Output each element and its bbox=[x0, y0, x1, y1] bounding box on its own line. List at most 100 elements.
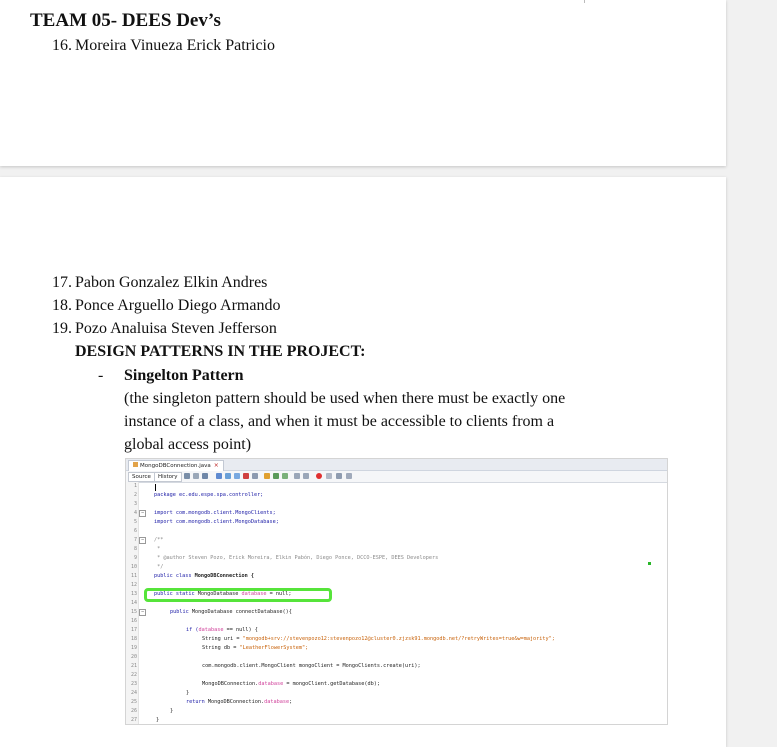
fold-toggle-icon[interactable]: − bbox=[139, 510, 146, 517]
fold-toggle-icon[interactable]: − bbox=[139, 537, 146, 544]
member-name: Ponce Arguello Diego Armando bbox=[75, 297, 281, 314]
highlight-box bbox=[144, 588, 332, 602]
code-text: MongoDBConnection.database = mongoClient… bbox=[202, 680, 380, 689]
toolbar-icon[interactable] bbox=[336, 473, 342, 479]
line-number: 2 bbox=[133, 492, 137, 498]
line-number: 15 bbox=[130, 609, 137, 615]
tab-label: MongoDBConnection.java bbox=[140, 463, 211, 469]
line-number: 4 bbox=[133, 510, 137, 516]
line-number: 24 bbox=[130, 690, 137, 696]
code-line: 19 String db = "LeatherFlowerSystem"; bbox=[126, 644, 667, 653]
member-list-item: 16. Moreira Vinueza Erick Patricio bbox=[52, 37, 275, 55]
line-number: 22 bbox=[130, 672, 137, 678]
source-button[interactable]: Source bbox=[128, 472, 155, 482]
line-number: 11 bbox=[130, 573, 137, 579]
pattern-name: Singelton Pattern bbox=[124, 367, 244, 384]
history-button[interactable]: History bbox=[154, 472, 182, 482]
document-page-1: TEAM 05- DEES Dev’s 16. Moreira Vinueza E… bbox=[0, 0, 726, 166]
code-field: database bbox=[198, 627, 224, 633]
code-text: * bbox=[154, 546, 161, 552]
line-number: 16 bbox=[130, 618, 137, 624]
editor-tab[interactable]: MongoDBConnection.java × bbox=[128, 460, 224, 471]
line-number: 12 bbox=[130, 582, 137, 588]
code-rest: ; bbox=[289, 699, 293, 705]
code-string: "LeatherFlowerSystem"; bbox=[239, 645, 309, 651]
code-string: "mongodb+srv://stevenpozo12:stevenpozo12… bbox=[242, 636, 555, 642]
code-line: 1 bbox=[126, 482, 667, 491]
code-line: 20 bbox=[126, 653, 667, 662]
code-line: 21 com.mongodb.client.MongoClient mongoCl… bbox=[126, 662, 667, 671]
code-line: 25 return MongoDBConnection.database; bbox=[126, 698, 667, 707]
code-keyword: public bbox=[170, 609, 192, 615]
toolbar-icon[interactable] bbox=[264, 473, 270, 479]
code-line: 6 bbox=[126, 527, 667, 536]
code-line: 24} bbox=[126, 689, 667, 698]
toolbar-icon[interactable] bbox=[225, 473, 231, 479]
line-number: 8 bbox=[133, 546, 137, 552]
toolbar-icon[interactable] bbox=[243, 473, 249, 479]
toolbar-icon[interactable] bbox=[326, 473, 332, 479]
code-rest: == null) { bbox=[223, 627, 258, 633]
member-list-item: 17. Pabon Gonzalez Elkin Andres bbox=[52, 274, 267, 292]
code-text: return MongoDBConnection.database; bbox=[186, 698, 292, 707]
status-dot-icon bbox=[648, 562, 651, 565]
list-number: 18. bbox=[52, 297, 72, 314]
toolbar-icon[interactable] bbox=[282, 473, 288, 479]
line-number: 27 bbox=[130, 717, 137, 723]
code-text: public MongoDatabase connectDatabase(){ bbox=[170, 608, 292, 617]
code-text: import com.mongodb.client.MongoClients; bbox=[154, 510, 276, 516]
code-line: 23 MongoDBConnection.database = mongoClie… bbox=[126, 680, 667, 689]
team-title: TEAM 05- DEES Dev’s bbox=[30, 10, 221, 31]
member-list-item: 18. Ponce Arguello Diego Armando bbox=[52, 297, 280, 315]
pattern-description-line: global access point) bbox=[124, 436, 252, 453]
code-line: 10 */ bbox=[126, 563, 667, 572]
toolbar-icon[interactable] bbox=[252, 473, 258, 479]
toolbar-icon[interactable] bbox=[202, 473, 208, 479]
code-line: 4− import com.mongodb.client.MongoClients… bbox=[126, 509, 667, 518]
line-number: 25 bbox=[130, 699, 137, 705]
line-number: 14 bbox=[130, 600, 137, 606]
toolbar-icon[interactable] bbox=[184, 473, 190, 479]
code-line: 5 import com.mongodb.client.MongoDatabase… bbox=[126, 518, 667, 527]
line-number: 17 bbox=[130, 627, 137, 633]
list-number: 19. bbox=[52, 320, 72, 337]
toolbar-icon[interactable] bbox=[294, 473, 300, 479]
code-text: import com.mongodb.client.MongoDatabase; bbox=[154, 519, 279, 525]
code-line: 16 bbox=[126, 617, 667, 626]
search-icon[interactable] bbox=[216, 473, 222, 479]
code-line: 3 bbox=[126, 500, 667, 509]
toolbar-icon[interactable] bbox=[273, 473, 279, 479]
toolbar-icon[interactable] bbox=[234, 473, 240, 479]
code-text: if (database == null) { bbox=[186, 626, 258, 635]
toolbar-icon[interactable] bbox=[303, 473, 309, 479]
member-list-item: 19. Pozo Analuisa Steven Jefferson bbox=[52, 320, 277, 338]
code-rest: MongoDatabase connectDatabase(){ bbox=[191, 609, 292, 615]
line-number: 21 bbox=[130, 663, 137, 669]
bullet-dash: - bbox=[98, 367, 104, 384]
list-number: 17. bbox=[52, 274, 72, 291]
code-text: } bbox=[156, 717, 160, 723]
code-text: String uri = "mongodb+srv://stevenpozo12… bbox=[202, 635, 555, 644]
code-line: 2 package ec.edu.espe.spa.controller; bbox=[126, 491, 667, 500]
code-rest: = mongoClient.getDatabase(db); bbox=[283, 681, 381, 687]
code-editor[interactable]: 1 2 package ec.edu.espe.spa.controller; 3… bbox=[126, 482, 667, 724]
line-number: 9 bbox=[133, 555, 137, 561]
record-icon[interactable] bbox=[316, 473, 322, 479]
code-rest: String db = bbox=[202, 645, 240, 651]
line-number: 3 bbox=[133, 501, 137, 507]
code-line: 11 public class MongoDBConnection { bbox=[126, 572, 667, 581]
line-number: 10 bbox=[130, 564, 137, 570]
code-text: /** bbox=[154, 537, 164, 543]
close-icon[interactable]: × bbox=[214, 462, 219, 469]
line-number: 1 bbox=[133, 483, 137, 489]
code-text: String db = "LeatherFlowerSystem"; bbox=[202, 644, 308, 653]
toolbar-icon[interactable] bbox=[193, 473, 199, 479]
fold-toggle-icon[interactable]: − bbox=[139, 609, 146, 616]
list-number: 16. bbox=[52, 37, 72, 54]
code-line: 27} bbox=[126, 716, 667, 724]
code-class-name: MongoDBConnection { bbox=[194, 573, 254, 579]
page-divider-mark bbox=[584, 0, 585, 3]
toolbar-icon[interactable] bbox=[346, 473, 352, 479]
line-number: 5 bbox=[133, 519, 137, 525]
code-rest: MongoDBConnection. bbox=[202, 681, 259, 687]
